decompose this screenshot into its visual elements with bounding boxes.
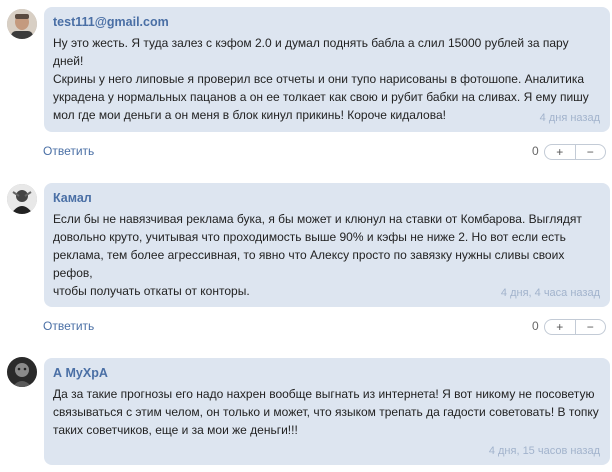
comment-bubble: А МуХрА Да за такие прогнозы его надо на… (44, 358, 610, 465)
upvote-button[interactable]: + (545, 145, 576, 159)
comment-timestamp: 4 дня назад (539, 112, 600, 124)
downvote-button[interactable]: − (576, 320, 606, 334)
upvote-button[interactable]: + (545, 320, 576, 334)
comment-text: Да за такие прогнозы его надо нахрен воо… (53, 387, 599, 437)
reply-link[interactable]: Ответить (43, 319, 94, 333)
vote-score: 0 (532, 144, 539, 158)
vote-buttons: + − (544, 319, 606, 335)
comment-author[interactable]: test111@gmail.com (53, 14, 601, 30)
avatar[interactable] (7, 9, 37, 39)
comment-bubble: Камал Если бы не навязчивая реклама бука… (44, 183, 610, 307)
downvote-button[interactable]: − (576, 145, 606, 159)
reply-link[interactable]: Ответить (43, 144, 94, 158)
comment-author[interactable]: А МуХрА (53, 365, 601, 381)
avatar[interactable] (7, 184, 37, 214)
comment-timestamp: 4 дня, 4 часа назад (500, 287, 600, 299)
vote-score: 0 (532, 319, 539, 333)
comment-timestamp: 4 дня, 15 часов назад (488, 445, 600, 457)
comment-text: Ну это жесть. Я туда залез с кэфом 2.0 и… (53, 36, 589, 122)
comment-bubble: test111@gmail.com Ну это жесть. Я туда з… (44, 7, 610, 132)
vote-buttons: + − (544, 144, 606, 160)
comment-author[interactable]: Камал (53, 190, 601, 206)
avatar[interactable] (7, 357, 37, 387)
